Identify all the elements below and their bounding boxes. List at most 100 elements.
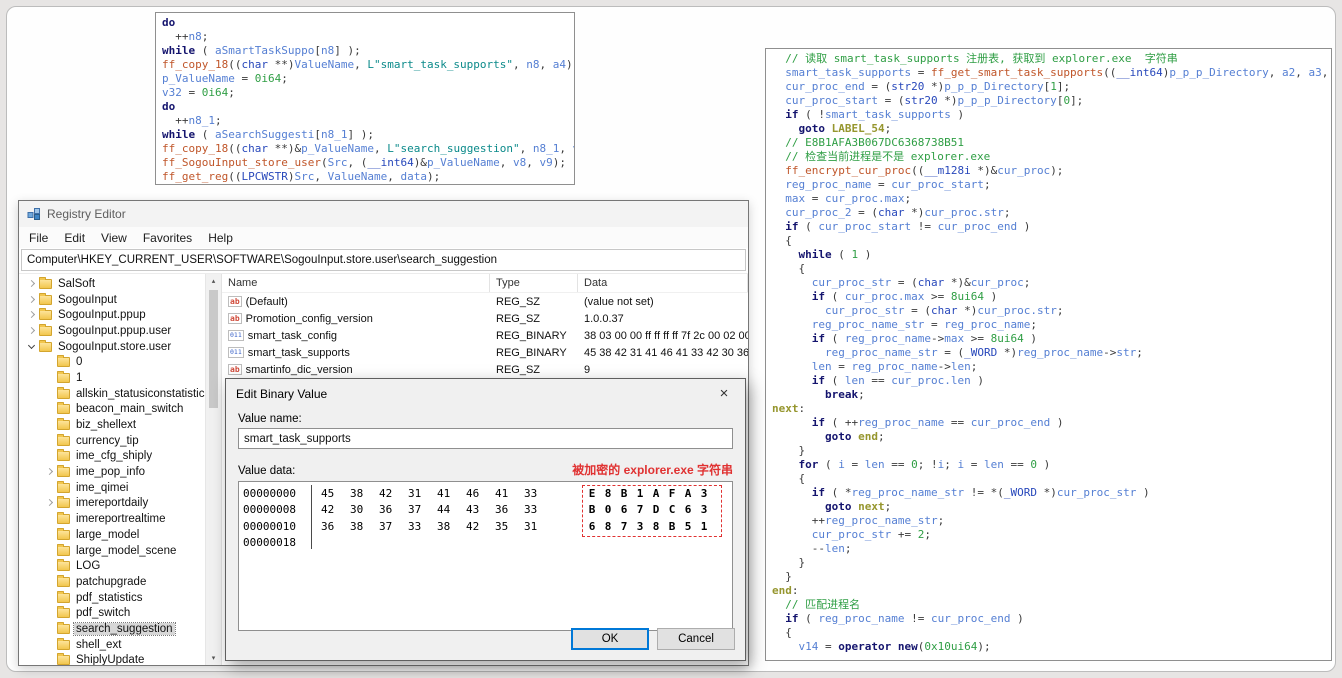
value-name-input[interactable] (238, 428, 733, 449)
scroll-thumb[interactable] (209, 290, 218, 408)
tree-scrollbar[interactable]: ▴ ▾ (205, 274, 221, 665)
folder-icon (57, 402, 70, 415)
tree-item-SogouInput.ppup.user[interactable]: SogouInput.ppup.user (19, 323, 205, 339)
tree-item-SogouInput.ppup[interactable]: SogouInput.ppup (19, 307, 205, 323)
tree-item-ime_cfg_shiply[interactable]: ime_cfg_shiply (19, 449, 205, 465)
menu-help[interactable]: Help (208, 231, 233, 245)
tree-item-LOG[interactable]: LOG (19, 558, 205, 574)
hex-editor[interactable]: 00000000 45 38 42 31 41 46 41 33 E 8 B 1 A F A 3 00000008… (238, 481, 733, 631)
code-line: next: (772, 402, 806, 415)
column-header-data[interactable]: Data (578, 274, 748, 292)
tree-item-pdf_switch[interactable]: pdf_switch (19, 605, 205, 621)
code-line: len = reg_proc_name->len; (811, 360, 978, 373)
hex-bytes: 45 38 42 31 41 46 41 33 (321, 486, 538, 500)
address-input[interactable] (21, 249, 746, 271)
code-line: ++n8_1; (162, 114, 222, 127)
tree-item-ime_qimei[interactable]: ime_qimei (19, 480, 205, 496)
tree-item-label: SogouInput (58, 293, 117, 306)
registry-value-row[interactable]: ab smartinfo_dic_version REG_SZ 9 (222, 361, 748, 378)
scroll-up-icon[interactable]: ▴ (206, 274, 221, 288)
tree-item-imereportrealtime[interactable]: imereportrealtime (19, 511, 205, 527)
menu-edit[interactable]: Edit (64, 231, 85, 245)
code-line: break; (824, 388, 865, 401)
tree-item-label: ime_pop_info (76, 466, 146, 479)
hex-row: 00000010 36 38 37 33 38 42 35 31 6 8 7 3 8 B 5 1 (243, 518, 728, 535)
expand-right-icon[interactable] (45, 467, 55, 477)
expand-right-icon[interactable] (27, 310, 37, 320)
folder-icon (57, 621, 70, 634)
code-line: if ( len == cur_proc.len ) (811, 374, 984, 387)
tree-item-label: large_model (76, 528, 140, 541)
tree-item-ShiplyUpdate[interactable]: ShiplyUpdate (19, 653, 205, 665)
expand-right-icon[interactable] (27, 279, 37, 289)
list-rows: ab (Default) REG_SZ (value not set) ab Promot… (222, 293, 748, 378)
registry-value-row[interactable]: ab (Default) REG_SZ (value not set) (222, 293, 748, 310)
tree-item-currency_tip[interactable]: currency_tip (19, 433, 205, 449)
tree-item-beacon_main_switch[interactable]: beacon_main_switch (19, 402, 205, 418)
code-line: v14 = operator new(0x10ui64); (798, 640, 991, 653)
tree-item-imereportdaily[interactable]: imereportdaily (19, 496, 205, 512)
folder-icon (57, 355, 70, 368)
code-line: if ( reg_proc_name != cur_proc_end ) (785, 612, 1024, 625)
registry-value-row[interactable]: 011 smart_task_config REG_BINARY 38 03 00 0… (222, 327, 748, 344)
tree-item-SogouInput.store.user[interactable]: SogouInput.store.user (19, 339, 205, 355)
folder-icon (57, 543, 70, 556)
tree-item-SalSoft[interactable]: SalSoft (19, 276, 205, 292)
folder-icon (57, 496, 70, 509)
tree-item-ime_pop_info[interactable]: ime_pop_info (19, 464, 205, 480)
tree-item-0[interactable]: 0 (19, 354, 205, 370)
column-header-name[interactable]: Name (222, 274, 490, 292)
code-line: if ( ++reg_proc_name == cur_proc_end ) (811, 416, 1064, 429)
tree-item-SogouInput[interactable]: SogouInput (19, 292, 205, 308)
folder-icon (57, 386, 70, 399)
tree-item-label: shell_ext (76, 638, 122, 651)
code-line: p_ValueName = 0i64; (162, 72, 288, 85)
code-line: cur_proc_str = (char *)&cur_proc; (811, 276, 1031, 289)
tree-item-allskin_statusiconstatistics[interactable]: allskin_statusiconstatistics (19, 386, 205, 402)
window-title: Registry Editor (47, 207, 126, 221)
menu-file[interactable]: File (29, 231, 48, 245)
folder-icon (57, 637, 70, 650)
value-name: Promotion_config_version (245, 312, 373, 325)
tree-item-biz_shellext[interactable]: biz_shellext (19, 417, 205, 433)
scroll-down-icon[interactable]: ▾ (206, 651, 221, 665)
value-data: (value not set) (584, 295, 654, 308)
tree-item-search_suggestion[interactable]: search_suggestion (19, 621, 205, 637)
column-header-type[interactable]: Type (490, 274, 578, 292)
folder-icon (57, 590, 70, 603)
registry-value-row[interactable]: 011 smart_task_supports REG_BINARY 45 38 42… (222, 344, 748, 361)
tree-item-patchupgrade[interactable]: patchupgrade (19, 574, 205, 590)
registry-value-row[interactable]: ab Promotion_config_version REG_SZ 1.0.0.37 (222, 310, 748, 327)
code-line: while ( aSmartTaskSuppo[n8] ); (162, 44, 361, 57)
tree-item-pdf_statistics[interactable]: pdf_statistics (19, 590, 205, 606)
expand-right-icon[interactable] (27, 326, 37, 336)
tree-item-large_model[interactable]: large_model (19, 527, 205, 543)
expand-right-icon[interactable] (45, 498, 55, 508)
code-line: reg_proc_name = cur_proc_start; (785, 178, 991, 191)
menu-view[interactable]: View (101, 231, 127, 245)
cancel-button[interactable]: Cancel (657, 628, 735, 650)
tree-item-label: patchupgrade (76, 575, 147, 588)
code-line: cur_proc_end = (str20 *)p_p_p_Directory[… (785, 80, 1071, 93)
tree-item-label: ShiplyUpdate (76, 654, 145, 665)
menu-favorites[interactable]: Favorites (143, 231, 192, 245)
expand-down-icon[interactable] (27, 342, 37, 352)
expand-right-icon[interactable] (27, 295, 37, 305)
close-icon[interactable]: × (703, 379, 745, 408)
ok-button[interactable]: OK (571, 628, 649, 650)
tree-item-1[interactable]: 1 (19, 370, 205, 386)
code-line: // 读取 smart_task_supports 注册表, 获取到 explo… (772, 52, 1178, 65)
tree-item-large_model_scene[interactable]: large_model_scene (19, 543, 205, 559)
code-line: } (772, 556, 806, 569)
registry-editor-titlebar[interactable]: Registry Editor (19, 201, 748, 227)
code-line: ff_copy_18((char **)&p_ValueName, L"sear… (162, 142, 574, 155)
reg-binary-icon: 011 (228, 330, 244, 341)
code-line: { (772, 262, 806, 275)
tree-item-shell_ext[interactable]: shell_ext (19, 637, 205, 653)
dialog-title: Edit Binary Value (236, 386, 328, 401)
dialog-titlebar[interactable]: Edit Binary Value × (226, 379, 745, 408)
decompiler-snippet-registry-read: do ++n8; while ( aSmartTaskSuppo[n8] ); ff… (155, 12, 575, 185)
value-name-label: Value name: (238, 413, 302, 425)
